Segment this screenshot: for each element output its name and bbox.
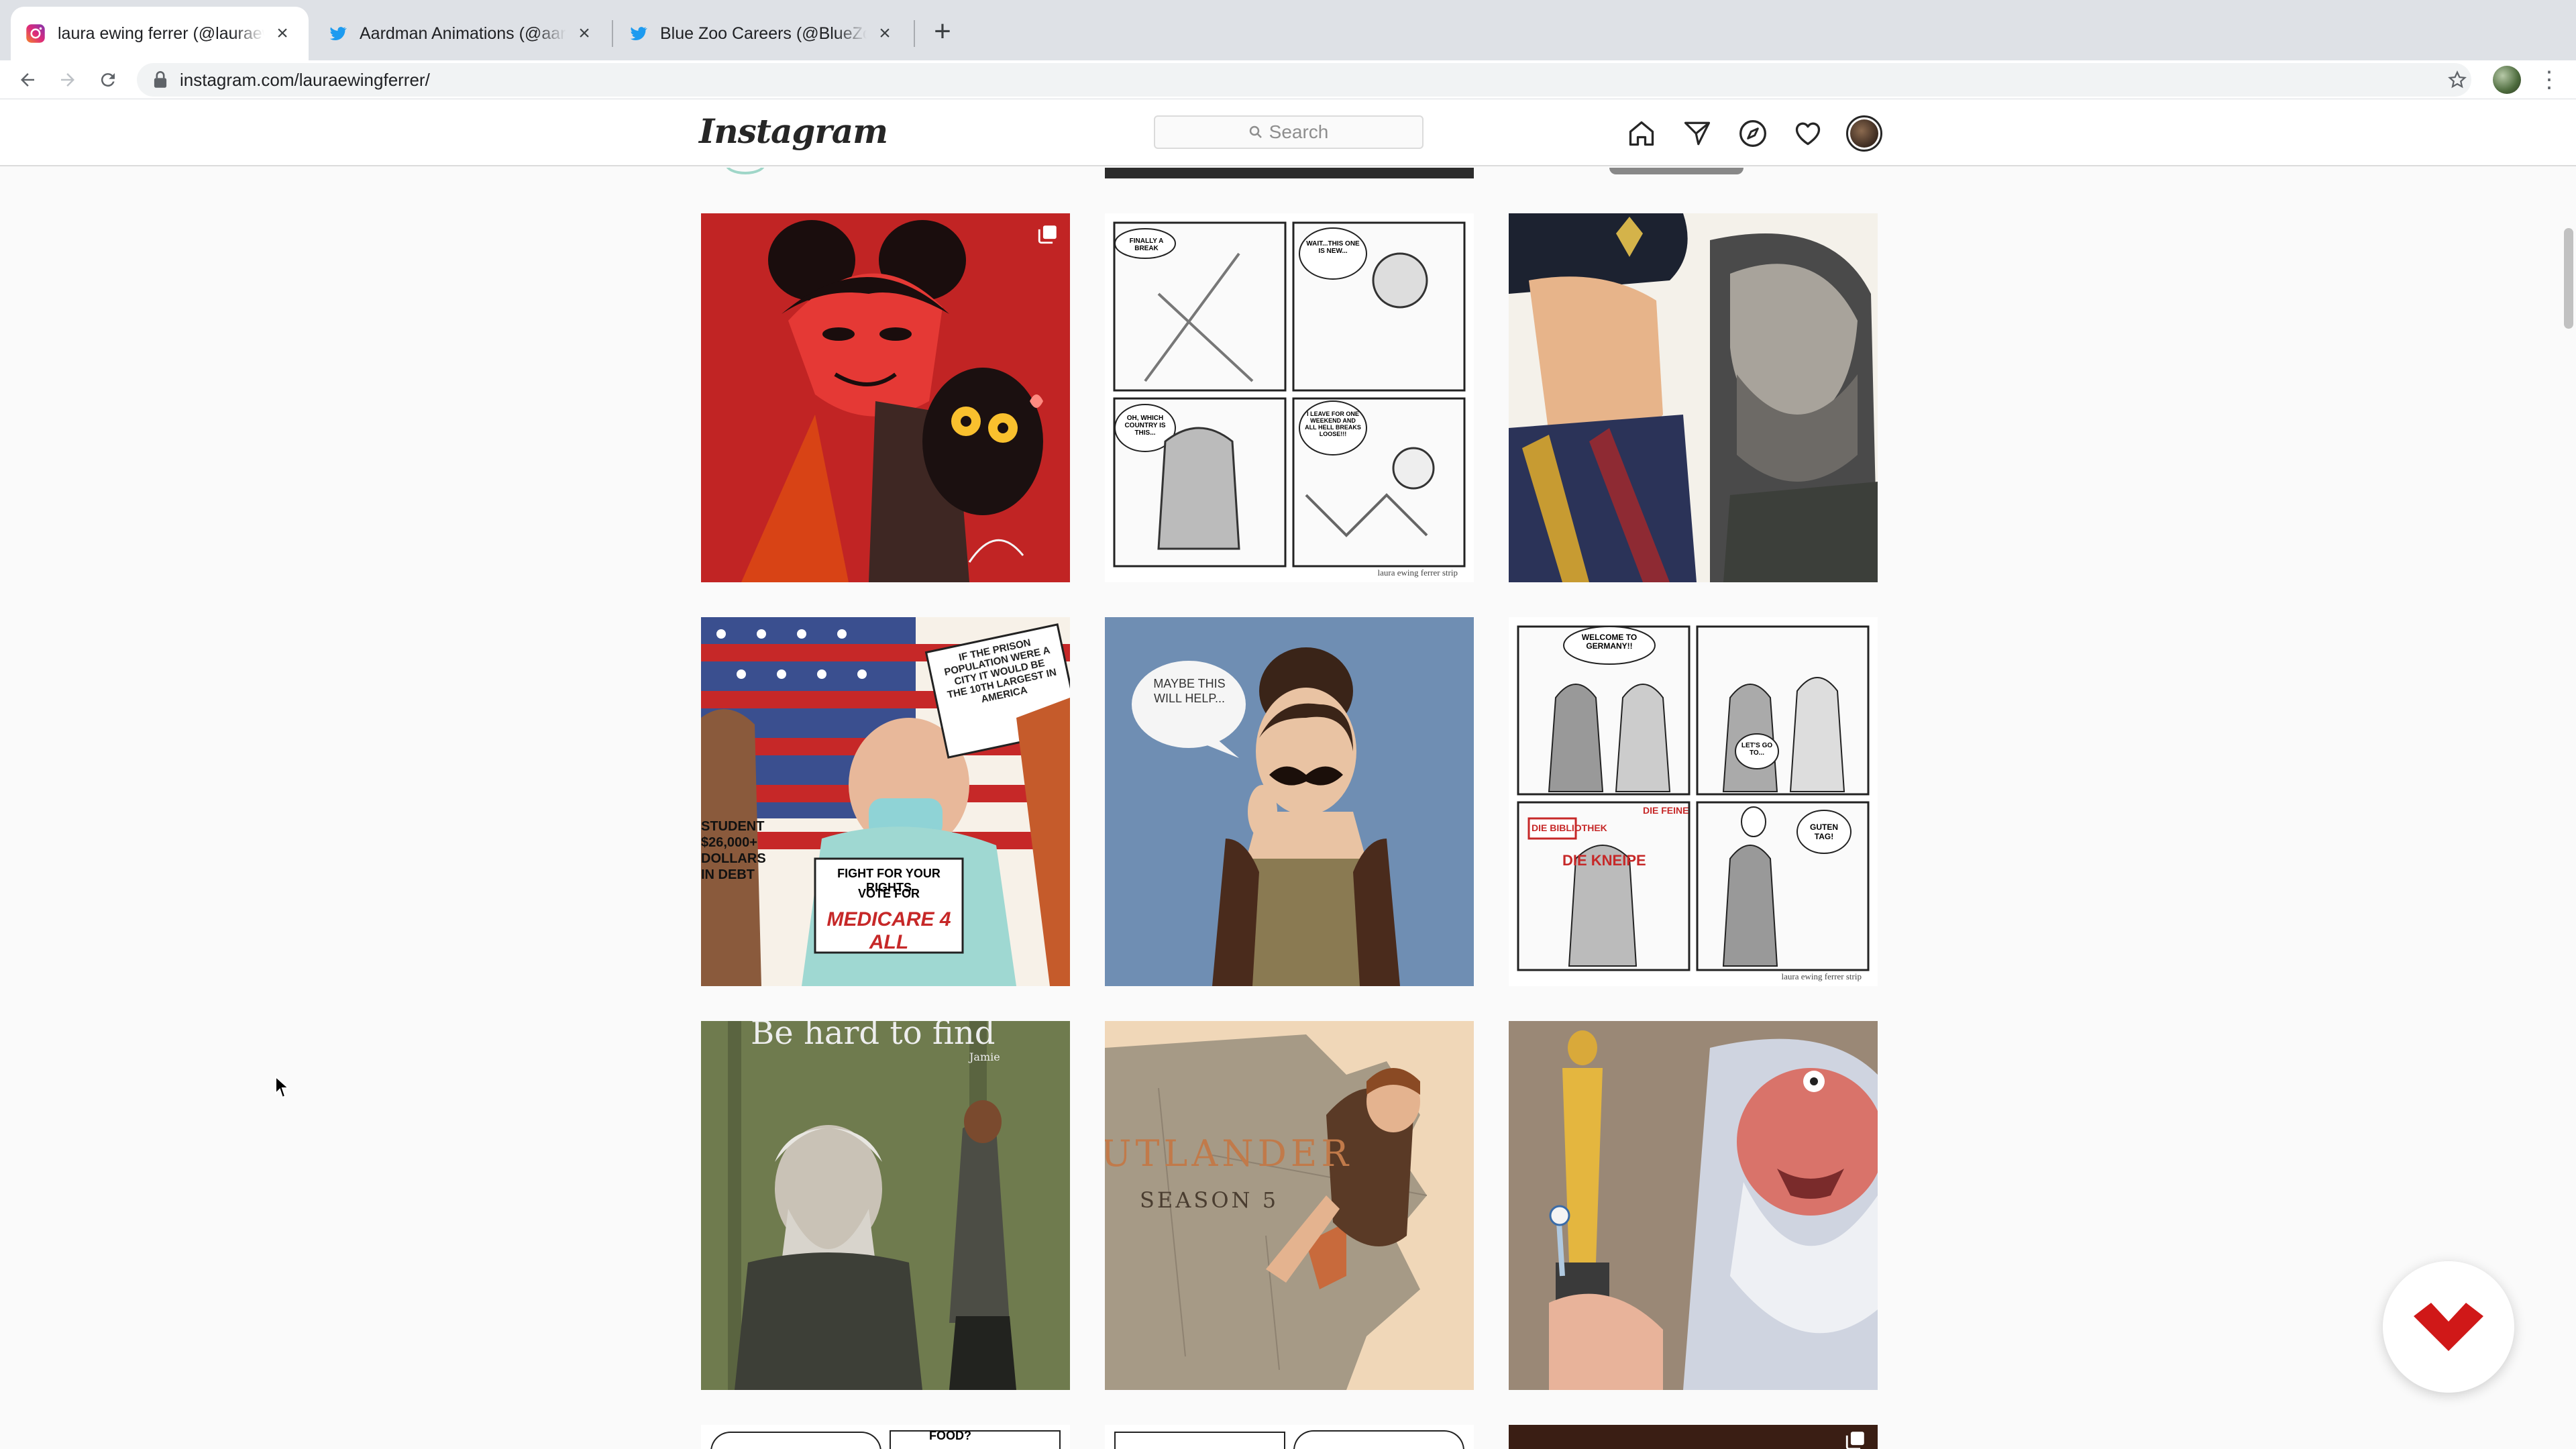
home-icon [1629,121,1654,146]
post-mustache-woman[interactable]: MAYBE THIS WILL HELP... [1105,617,1474,986]
close-tab-icon[interactable]: × [573,22,596,45]
instagram-header: Instagram Search [0,99,2576,166]
forward-arrow-icon [61,73,74,87]
speech-bubble-text: MAYBE THIS WILL HELP... [1153,677,1226,705]
multiple-images-icon [1845,1432,1864,1449]
post-outlander[interactable]: UTLANDER SEASON 5 [1105,1021,1474,1390]
page-scrollbar-thumb[interactable] [2564,228,2573,329]
post-oscar[interactable] [1509,1021,1878,1390]
direct-messages-button[interactable] [1680,117,1714,150]
reload-icon [101,73,115,87]
mustache-woman-illustration [1105,617,1474,986]
instagram-logo[interactable]: Instagram [699,111,888,151]
tab-title: laura ewing ferrer (@lauraewin [58,23,264,43]
red-chevron-logo-icon [2414,1303,2483,1351]
post-comic-germany[interactable]: WELCOME TO GERMANY!! LET'S GO TO... DIE … [1509,617,1878,986]
bubble-text: DIE BIBLIOTHEK [1532,822,1607,833]
post-partial-above[interactable] [701,168,1070,178]
close-tab-icon[interactable]: × [873,22,896,45]
oscar-illustration [1509,1021,1878,1390]
post-partial-above[interactable] [1105,168,1474,178]
post-pirate[interactable] [1509,213,1878,582]
bubble-text: DIE KNEIPE [1562,852,1646,869]
bubble-text: FINALLY A BREAK [1129,237,1164,252]
devil-girl-illustration [701,213,1070,582]
instagram-icon [26,24,45,43]
url-text: instagram.com/lauraewingferrer/ [180,69,430,90]
comic-strip-illustration [1113,221,1466,568]
avatar-image [1850,119,1878,148]
post-title-text: Be hard to find [751,1021,996,1052]
tab-instagram[interactable]: laura ewing ferrer (@lauraewin × [11,7,309,60]
home-button[interactable] [1625,117,1658,150]
floating-extension-button[interactable] [2383,1261,2514,1393]
bookmark-star-button[interactable] [2442,64,2473,95]
strip-credit: laura ewing ferrer strip [1377,568,1458,578]
lock-icon [154,71,167,88]
post-be-hard-to-find[interactable]: Be hard to find Jamie [701,1021,1070,1390]
twitter-icon [329,27,347,40]
post-partial-above[interactable] [1509,168,1878,178]
activity-heart-icon [1795,122,1821,146]
profile-posts-grid: FINALLY A BREAK WAIT...THIS ONE IS NEW..… [0,168,2576,1449]
sign-text-2: VOTE FOR [857,887,920,900]
bubble-text: I LEAVE FOR ONE WEEKEND AND ALL HELL BRE… [1305,411,1361,437]
tab-title: Aardman Animations (@aardm [360,23,566,43]
pirate-illustration [1509,213,1878,582]
bubble-text: GUTEN TAG! [1810,822,1838,841]
reload-button[interactable] [93,64,123,95]
browser-toolbar: instagram.com/lauraewingferrer/ ⋮ [0,60,2576,99]
tab-aardman[interactable]: Aardman Animations (@aardm × [313,7,610,60]
be-hard-to-find-illustration [701,1021,1070,1390]
bubble-text: DIE FEINE [1643,805,1689,816]
profile-avatar[interactable] [1846,115,1882,152]
multiple-images-icon [1038,225,1057,244]
explore-icon [1739,120,1766,147]
comic-strip-illustration [1517,625,1870,971]
address-bar[interactable]: instagram.com/lauraewingferrer/ [137,63,2471,97]
forward-button[interactable] [52,64,83,95]
explore-button[interactable] [1736,117,1770,150]
browser-tab-strip: laura ewing ferrer (@lauraewin × Aardman… [0,0,2576,60]
post-medicare-4-all[interactable]: IF THE PRISON POPULATION WERE A CITY IT … [701,617,1070,986]
back-arrow-icon [21,73,34,87]
bubble-text: WAIT...THIS ONE IS NEW... [1306,240,1360,255]
chrome-menu-button[interactable]: ⋮ [2536,64,2563,95]
bubble-text: LET'S GO TO... [1741,742,1773,757]
post-title-text: UTLANDER [1105,1132,1353,1175]
star-icon [2448,70,2467,89]
search-placeholder: Search [1269,121,1329,142]
post-comic-food[interactable]: FOOD? [701,1425,1070,1449]
chrome-profile-avatar[interactable] [2493,66,2521,94]
post-dark-partial[interactable] [1509,1425,1878,1449]
sign-text-3: MEDICARE 4 ALL [826,908,951,953]
tab-separator [914,20,915,47]
post-devil-girl[interactable] [701,213,1070,582]
debt-text: STUDENT $26,000+ DOLLARS IN DEBT [701,819,766,882]
post-subtitle-text: Jamie [969,1051,1000,1063]
twitter-icon [630,27,647,40]
close-tab-icon[interactable]: × [271,22,294,45]
activity-button[interactable] [1791,117,1825,150]
post-comic-quarantine[interactable]: FINALLY A BREAK WAIT...THIS ONE IS NEW..… [1105,213,1474,582]
back-button[interactable] [12,64,43,95]
strip-credit: laura ewing ferrer strip [1781,971,1862,981]
tab-bluezoo[interactable]: Blue Zoo Careers (@BlueZooC × [613,7,911,60]
post-subtitle-text: SEASON 5 [1140,1187,1279,1213]
bubble-text: FOOD? [929,1429,971,1442]
tab-title: Blue Zoo Careers (@BlueZooC [660,23,867,43]
bubble-text: OH, WHICH COUNTRY IS THIS... [1124,415,1166,437]
direct-icon [1684,121,1711,146]
new-tab-button[interactable]: + [926,15,959,48]
post-comic-partial[interactable] [1105,1425,1474,1449]
bubble-text: WELCOME TO GERMANY!! [1581,633,1638,651]
page-scrollbar-track[interactable] [2561,168,2576,1449]
search-icon [1249,125,1262,138]
mouse-cursor-icon [275,1076,290,1099]
search-input[interactable]: Search [1154,115,1424,149]
